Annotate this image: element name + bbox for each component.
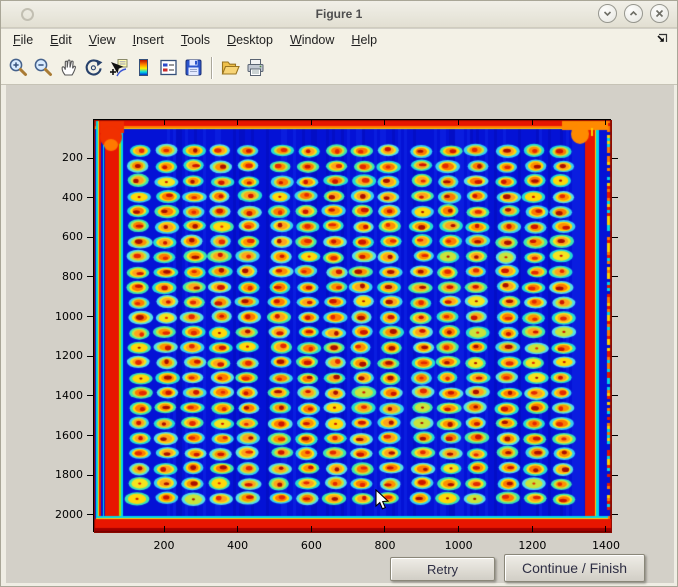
x-tick-top [532, 120, 533, 125]
rotate-3d-button[interactable] [81, 55, 106, 80]
x-tick-top [311, 120, 312, 125]
x-tick-label: 600 [289, 539, 333, 552]
y-tick-right [612, 276, 618, 277]
y-tick [87, 237, 93, 238]
menu-window[interactable]: Window [290, 33, 334, 47]
x-tick-top [237, 120, 238, 125]
x-tick [164, 526, 165, 532]
y-tick-right [612, 316, 618, 317]
y-tick [87, 197, 93, 198]
x-tick-top [384, 120, 385, 125]
x-tick-top [605, 120, 606, 125]
x-tick-top [458, 120, 459, 125]
menu-file[interactable]: File [13, 33, 33, 47]
window-menu-button[interactable] [21, 8, 34, 21]
x-tick [458, 526, 459, 532]
x-tick-label: 800 [363, 539, 407, 552]
y-tick-right [612, 475, 618, 476]
close-button[interactable] [650, 4, 669, 23]
menu-edit[interactable]: Edit [50, 33, 72, 47]
zoom-in-button[interactable] [6, 55, 31, 80]
y-tick [87, 395, 93, 396]
window-controls [598, 4, 669, 23]
x-tick [311, 526, 312, 532]
maximize-button[interactable] [624, 4, 643, 23]
figure-toolbar [1, 51, 677, 85]
x-tick [605, 526, 606, 532]
menu-help[interactable]: Help [351, 33, 377, 47]
pan-button[interactable] [56, 55, 81, 80]
y-tick-label: 1000 [31, 310, 83, 323]
y-tick-label: 600 [31, 230, 83, 243]
menu-desktop[interactable]: Desktop [227, 33, 273, 47]
y-tick [87, 316, 93, 317]
shade-button[interactable] [598, 4, 617, 23]
open-file-button[interactable] [218, 55, 243, 80]
save-figure-button[interactable] [181, 55, 206, 80]
y-tick-right [612, 158, 618, 159]
print-figure-button[interactable] [243, 55, 268, 80]
window-title: Figure 1 [1, 7, 677, 21]
data-cursor-button[interactable] [106, 55, 131, 80]
dock-figure-icon[interactable] [655, 32, 669, 46]
title-bar: Figure 1 [1, 1, 677, 28]
figure-canvas-area: 200 400 600 800 1000 1200 1400 200 400 600 800 1000… [1, 85, 678, 587]
y-tick [87, 514, 93, 515]
y-tick-label: 2000 [31, 508, 83, 521]
figure-window: Figure 1 File Edit View Insert Tools Desktop W… [0, 0, 678, 587]
y-tick-label: 400 [31, 191, 83, 204]
y-tick [87, 475, 93, 476]
x-tick-top [164, 120, 165, 125]
y-tick-right [612, 356, 618, 357]
menu-bar: File Edit View Insert Tools Desktop Window Help [1, 29, 677, 51]
x-tick [237, 526, 238, 532]
y-tick [87, 276, 93, 277]
x-tick-label: 1400 [584, 539, 628, 552]
y-tick [87, 356, 93, 357]
y-tick-label: 1800 [31, 468, 83, 481]
insert-legend-button[interactable] [156, 55, 181, 80]
menu-insert[interactable]: Insert [133, 33, 164, 47]
x-tick-label: 1200 [510, 539, 554, 552]
y-tick-right [612, 435, 618, 436]
y-tick-label: 1600 [31, 429, 83, 442]
y-tick-label: 1400 [31, 389, 83, 402]
microarray-image[interactable] [94, 120, 612, 533]
x-tick [532, 526, 533, 532]
y-tick-label: 800 [31, 270, 83, 283]
insert-colorbar-button[interactable] [131, 55, 156, 80]
plot-region: 200 400 600 800 1000 1200 1400 200 400 600 800 1000… [1, 85, 678, 587]
toolbar-separator [211, 57, 213, 79]
menu-bar-items: File Edit View Insert Tools Desktop Window Help [13, 33, 394, 47]
plot-axes [93, 119, 611, 532]
y-tick-right [612, 197, 618, 198]
menu-tools[interactable]: Tools [181, 33, 210, 47]
y-tick-label: 200 [31, 151, 83, 164]
y-tick-right [612, 395, 618, 396]
y-tick-right [612, 514, 618, 515]
y-tick [87, 435, 93, 436]
y-tick [87, 158, 93, 159]
x-tick [384, 526, 385, 532]
menu-view[interactable]: View [89, 33, 116, 47]
continue-finish-button[interactable]: Continue / Finish [504, 554, 645, 582]
x-tick-label: 1000 [437, 539, 481, 552]
x-tick-label: 400 [216, 539, 260, 552]
zoom-out-button[interactable] [31, 55, 56, 80]
x-tick-label: 200 [142, 539, 186, 552]
y-tick-label: 1200 [31, 349, 83, 362]
y-tick-right [612, 237, 618, 238]
retry-button[interactable]: Retry [390, 557, 495, 581]
